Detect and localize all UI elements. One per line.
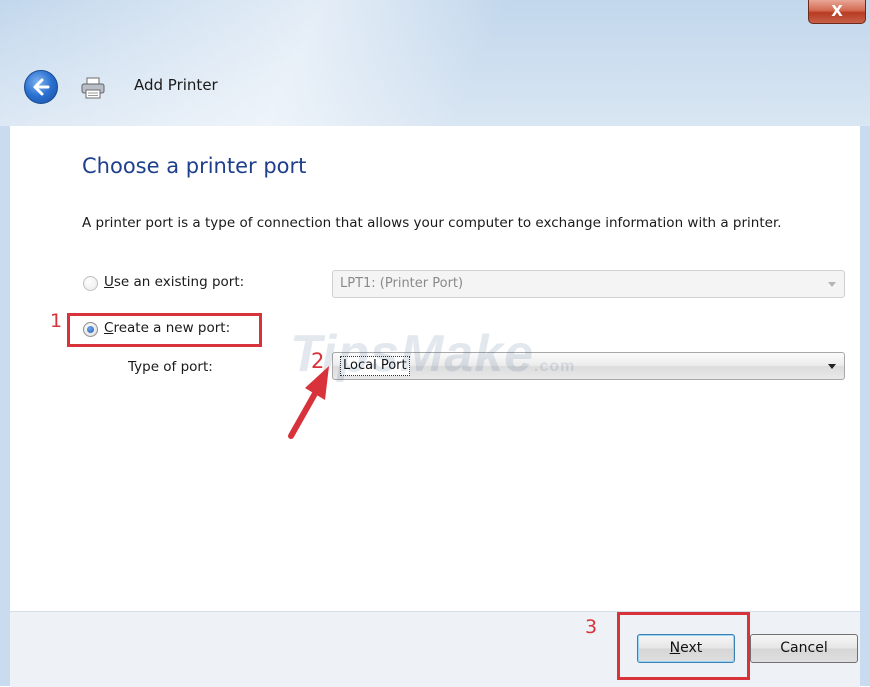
- close-icon: X: [831, 2, 843, 20]
- existing-port-label-accel: U: [104, 274, 114, 290]
- annotation-marker-3: 3: [585, 616, 598, 638]
- back-button[interactable]: [24, 70, 58, 104]
- printer-icon: [81, 77, 105, 99]
- existing-port-value: LPT1: (Printer Port): [340, 276, 464, 291]
- annotation-box-3: [617, 612, 750, 680]
- window-frame-right: [860, 126, 870, 686]
- type-of-port-select[interactable]: Local Port: [332, 352, 845, 380]
- page-heading: Choose a printer port: [82, 154, 307, 178]
- cancel-button[interactable]: Cancel: [750, 634, 858, 663]
- annotation-arrow-icon: [288, 366, 329, 439]
- window-frame-left: [0, 126, 10, 686]
- type-of-port-label: Type of port:: [128, 359, 213, 375]
- page-description: A printer port is a type of connection t…: [82, 215, 782, 231]
- type-of-port-value: Local Port: [340, 356, 410, 376]
- existing-port-select[interactable]: LPT1: (Printer Port): [332, 270, 845, 298]
- annotation-box-1: [67, 313, 262, 347]
- close-button[interactable]: X: [808, 0, 866, 24]
- chevron-down-icon: [828, 364, 836, 369]
- existing-port-label[interactable]: Use an existing port:: [104, 274, 244, 290]
- add-printer-window: X Add Printer Choose a printer port A pr…: [0, 0, 870, 687]
- back-arrow-icon: [33, 78, 50, 96]
- window-title: Add Printer: [134, 76, 218, 94]
- annotation-marker-1: 1: [50, 310, 63, 332]
- existing-port-label-rest: se an existing port:: [113, 274, 245, 290]
- existing-port-radio[interactable]: [83, 276, 98, 291]
- chevron-down-icon: [828, 282, 836, 287]
